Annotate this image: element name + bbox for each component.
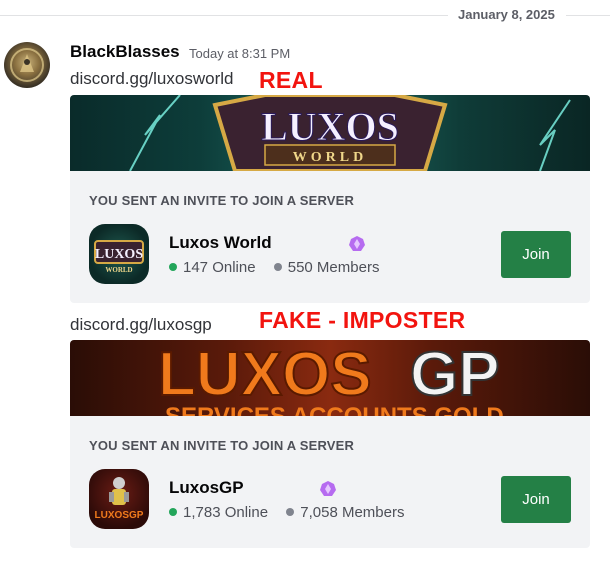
invite-header-fake: YOU SENT AN INVITE TO JOIN A SERVER — [89, 438, 355, 453]
server-icon-fake[interactable]: LUXOSGP — [89, 469, 149, 529]
boost-badge-icon — [349, 236, 365, 251]
banner-text2-fake: GP — [410, 340, 500, 409]
online-dot — [169, 263, 177, 271]
online-dot — [169, 508, 177, 516]
server-stats-real: 147 Online 550 Members — [169, 259, 379, 276]
member-count-real: 550 Members — [287, 259, 380, 276]
message-timestamp: Today at 8:31 PM — [189, 46, 291, 61]
username[interactable]: BlackBlasses — [70, 42, 180, 62]
banner-text-fake: LUXOS — [158, 340, 372, 409]
invite-body-real: YOU SENT AN INVITE TO JOIN A SERVER LUXO… — [70, 171, 590, 303]
divider-line-left — [0, 15, 448, 16]
icon-subtext-real: WORLD — [105, 266, 132, 274]
invite-card-real: LUXOS WORLD YOU SENT AN INVITE TO JOIN A… — [70, 95, 590, 303]
server-stats-fake: 1,783 Online 7,058 Members — [169, 504, 404, 521]
join-button-real[interactable]: Join — [501, 231, 571, 278]
online-count-real: 147 Online — [183, 259, 256, 276]
icon-text-fake: LUXOSGP — [95, 510, 144, 521]
server-name-fake[interactable]: LuxosGP — [169, 478, 244, 498]
join-button-fake[interactable]: Join — [501, 476, 571, 523]
invite-card-fake: LUXOS GP SERVICES ACCOUNTS GOLD YOU SENT… — [70, 340, 590, 548]
user-avatar[interactable] — [4, 42, 50, 88]
invite-link-fake[interactable]: discord.gg/luxosgp — [70, 315, 212, 335]
invite-body-fake: YOU SENT AN INVITE TO JOIN A SERVER LUXO… — [70, 416, 590, 548]
luxos-world-logo-icon: LUXOS WORLD — [94, 240, 144, 274]
invite-link-real[interactable]: discord.gg/luxosworld — [70, 69, 233, 89]
members-dot — [273, 263, 282, 271]
server-banner-fake: LUXOS GP SERVICES ACCOUNTS GOLD — [70, 340, 590, 416]
divider-line-right — [566, 15, 610, 16]
members-dot — [286, 508, 295, 516]
icon-text-real: LUXOS — [95, 247, 143, 262]
banner-subtext-fake: SERVICES ACCOUNTS GOLD — [165, 403, 504, 416]
server-banner-real: LUXOS WORLD — [70, 95, 590, 171]
invite-header-real: YOU SENT AN INVITE TO JOIN A SERVER — [89, 193, 355, 208]
annotation-real: REAL — [259, 67, 323, 93]
annotation-fake: FAKE - IMPOSTER — [259, 307, 466, 333]
server-name-real[interactable]: Luxos World — [169, 233, 272, 253]
member-count-fake: 7,058 Members — [300, 504, 405, 521]
banner-image-fake: LUXOS GP SERVICES ACCOUNTS GOLD — [157, 340, 504, 416]
boost-badge-icon — [320, 481, 336, 496]
banner-image-real: LUXOS WORLD — [129, 95, 571, 171]
banner-subtext-real: WORLD — [293, 150, 367, 165]
server-icon-real[interactable]: LUXOS WORLD — [89, 224, 149, 284]
online-count-fake: 1,783 Online — [183, 504, 269, 521]
luxosgp-logo-icon: LUXOSGP — [95, 477, 144, 521]
banner-text-real: LUXOS — [261, 104, 399, 149]
date-divider: January 8, 2025 — [458, 7, 555, 22]
avatar-icon — [10, 48, 44, 82]
